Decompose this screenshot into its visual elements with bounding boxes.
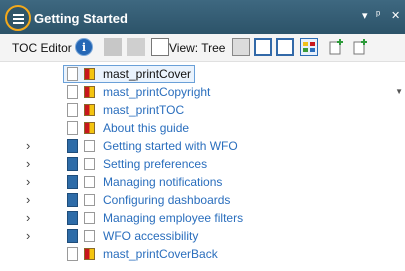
tree-item[interactable]: mast_printCoverBack xyxy=(0,245,396,263)
window-title: Getting Started xyxy=(34,11,128,26)
tree-item-label[interactable]: Managing notifications xyxy=(103,175,222,189)
condition-flag-icon xyxy=(84,176,95,188)
condition-flag-icon xyxy=(84,68,95,80)
paste-icon[interactable] xyxy=(127,38,145,56)
condition-flag-icon xyxy=(84,212,95,224)
flag-icon[interactable] xyxy=(300,38,318,56)
expand-chevron-icon[interactable]: › xyxy=(26,228,30,243)
book-icon xyxy=(67,175,78,189)
tree-item-label[interactable]: Managing employee filters xyxy=(103,211,243,225)
tree-item-label[interactable]: About this guide xyxy=(103,121,189,135)
condition-flag-icon xyxy=(84,248,95,260)
tree-item-label[interactable]: Getting started with WFO xyxy=(103,139,238,153)
condition-flag-icon xyxy=(84,194,95,206)
tree-item[interactable]: mast_printTOC xyxy=(0,101,396,119)
book-icon xyxy=(67,193,78,207)
tree-item[interactable]: › WFO accessibility xyxy=(0,227,396,245)
expand-chevron-icon[interactable]: › xyxy=(26,138,30,153)
window-titlebar: Getting Started ▾ ᵖ ✕ xyxy=(0,0,405,34)
tree-item[interactable]: › Managing employee filters xyxy=(0,209,396,227)
condition-flag-icon xyxy=(84,86,95,98)
toolbar-overflow-icon[interactable]: ▼ xyxy=(395,87,403,96)
page-icon xyxy=(67,67,78,81)
dropdown-icon[interactable]: ▾ xyxy=(362,9,368,22)
toolbar-label: TOC Editor xyxy=(12,41,72,55)
edit-icon[interactable] xyxy=(151,38,169,56)
condition-flag-icon xyxy=(84,104,95,116)
new-icon[interactable] xyxy=(352,38,370,56)
book-icon xyxy=(67,139,78,153)
info-icon[interactable]: i xyxy=(75,38,93,56)
pin-icon[interactable]: ᵖ xyxy=(376,9,380,21)
hamburger-menu-icon[interactable] xyxy=(5,5,31,31)
tree-item[interactable]: › Getting started with WFO xyxy=(0,137,396,155)
tree-item-label[interactable]: Configuring dashboards xyxy=(103,193,230,207)
copy-icon[interactable] xyxy=(104,38,122,56)
condition-flag-icon xyxy=(84,140,95,152)
book-icon xyxy=(67,229,78,243)
condition-flag-icon xyxy=(84,230,95,242)
tree-item-label[interactable]: WFO accessibility xyxy=(103,229,198,243)
page-icon xyxy=(67,103,78,117)
page-icon xyxy=(67,85,78,99)
tree-item-label[interactable]: mast_printCover xyxy=(103,67,191,81)
toc-icon[interactable] xyxy=(232,38,250,56)
tree-item[interactable]: › Managing notifications xyxy=(0,173,396,191)
properties-icon[interactable] xyxy=(328,38,346,56)
tree-item[interactable]: mast_printCopyright xyxy=(0,83,396,101)
page-icon xyxy=(67,121,78,135)
replace-page-icon[interactable] xyxy=(276,38,294,56)
expand-chevron-icon[interactable]: › xyxy=(26,156,30,171)
tree-item-label[interactable]: mast_printTOC xyxy=(103,103,184,117)
tree-item[interactable]: › Configuring dashboards xyxy=(0,191,396,209)
add-page-icon[interactable] xyxy=(254,38,272,56)
expand-chevron-icon[interactable]: › xyxy=(26,174,30,189)
tree-item[interactable]: › Setting preferences xyxy=(0,155,396,173)
condition-flag-icon xyxy=(84,122,95,134)
tree-item-label[interactable]: Setting preferences xyxy=(103,157,207,171)
tree-item-label[interactable]: mast_printCoverBack xyxy=(103,247,218,261)
condition-flag-icon xyxy=(84,158,95,170)
tree-item[interactable]: mast_printCover xyxy=(0,65,396,83)
view-dropdown[interactable]: View: Tree xyxy=(169,41,225,55)
tree-item[interactable]: About this guide xyxy=(0,119,396,137)
book-icon xyxy=(67,211,78,225)
toc-tree: mast_printCover mast_printCopyright mast… xyxy=(0,62,396,271)
book-icon xyxy=(67,157,78,171)
toolbar: TOC Editor i View: Tree ▼ xyxy=(0,34,405,96)
expand-chevron-icon[interactable]: › xyxy=(26,210,30,225)
close-icon[interactable]: ✕ xyxy=(391,9,400,22)
page-icon xyxy=(67,247,78,261)
expand-chevron-icon[interactable]: › xyxy=(26,192,30,207)
tree-item-label[interactable]: mast_printCopyright xyxy=(103,85,210,99)
